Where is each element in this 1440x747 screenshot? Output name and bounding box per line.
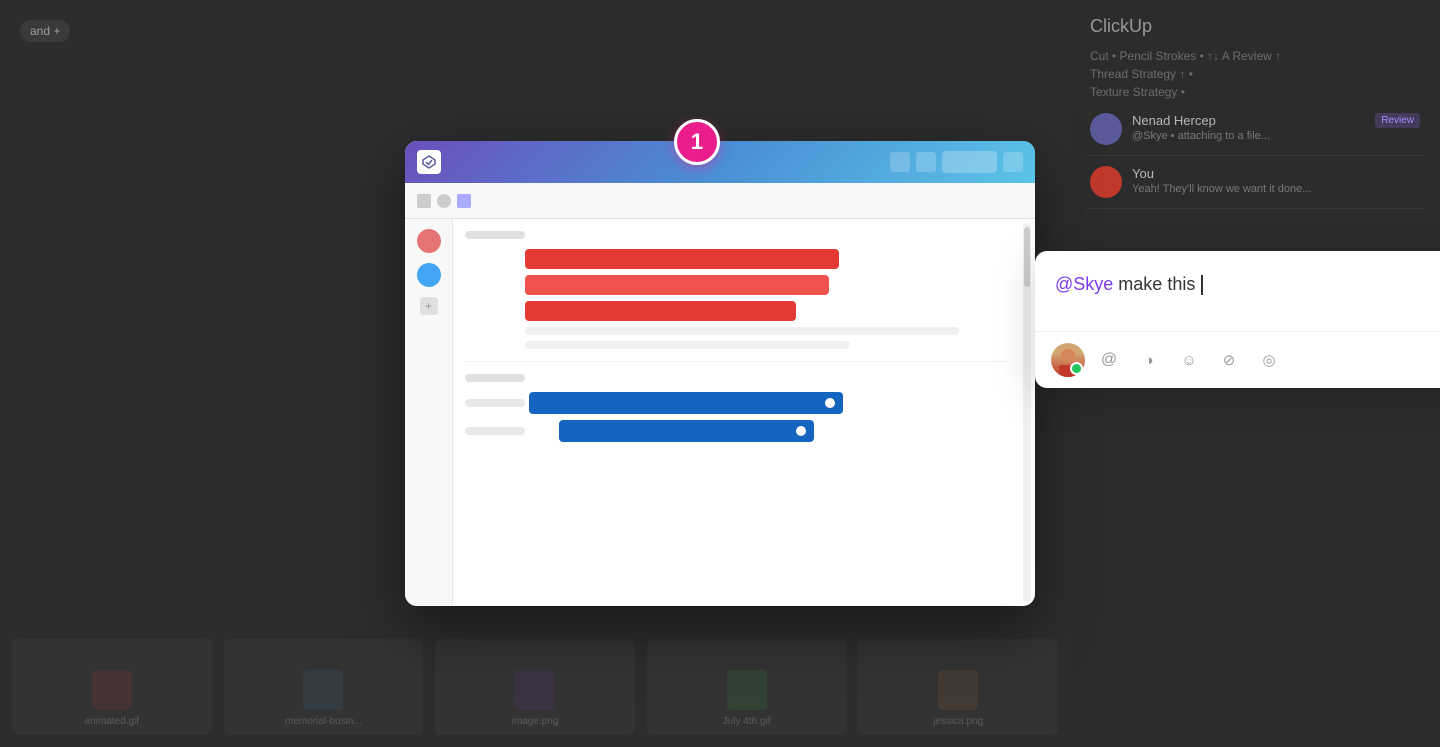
slash-command-button[interactable]: ⊘ <box>1213 344 1245 376</box>
avatar-face <box>1051 343 1085 377</box>
comment-text-area[interactable]: @Skye make this <box>1035 251 1440 331</box>
app-content-area: + <box>405 219 1035 606</box>
gantt-row-red-3 <box>465 301 1007 321</box>
app-header-icons <box>890 151 1023 173</box>
gantt-bar-blue-1 <box>529 392 843 414</box>
comment-popup: @Skye make this @ <box>1035 251 1440 388</box>
emoji-button[interactable]: ☺ <box>1173 344 1205 376</box>
mention-button[interactable]: @ <box>1093 344 1125 376</box>
notification-icon <box>890 152 910 172</box>
section-divider <box>465 361 1007 362</box>
sidebar-add-icon: + <box>420 297 438 315</box>
sidebar-dot-blue <box>417 263 441 287</box>
modal-overlay: + <box>0 0 1440 747</box>
gray-placeholder-2 <box>525 341 850 349</box>
app-logo <box>417 150 441 174</box>
mention-text: @Skye <box>1055 274 1113 294</box>
at-icon: @ <box>1101 351 1117 369</box>
slash-icon: ⊘ <box>1223 351 1236 369</box>
record-button[interactable]: ◎ <box>1253 344 1285 376</box>
text-cursor <box>1201 275 1203 295</box>
app-left-sidebar: + <box>405 219 453 606</box>
app-gantt-main <box>453 219 1019 606</box>
comment-toolbar: @ ◑ ☺ ⊘ ◎ <box>1035 331 1440 388</box>
comment-body-text: make this <box>1113 274 1200 294</box>
app-screenshot-card: + <box>405 141 1035 606</box>
gray-placeholder-1 <box>525 327 959 335</box>
emoji-icon: ☺ <box>1181 352 1196 369</box>
blue-row-label-1 <box>465 399 525 407</box>
sidebar-dot-red <box>417 229 441 253</box>
gantt-row-red-2 <box>465 275 1007 295</box>
gantt-row-blue-2 <box>465 420 1007 442</box>
reaction-button[interactable]: ◑ <box>1133 344 1165 376</box>
gantt-bar-blue-2 <box>559 420 814 442</box>
gantt-circle-1 <box>823 396 837 410</box>
gantt-row-blue-1 <box>465 392 1007 414</box>
app-scrollbar[interactable] <box>1023 223 1031 602</box>
avatar-icon-header <box>1003 152 1023 172</box>
search-icon-header <box>916 152 936 172</box>
scrollbar-thumb <box>1024 227 1030 287</box>
gantt-row-red-1 <box>465 249 1007 269</box>
notification-badge: 1 <box>674 119 720 165</box>
modal-container: + <box>405 141 1035 606</box>
app-header-bar <box>405 141 1035 183</box>
blue-section-header <box>465 374 525 382</box>
header-btn <box>942 151 997 173</box>
blue-row-label-2 <box>465 427 525 435</box>
app-toolbar <box>405 183 1035 219</box>
gantt-bar-red-2 <box>525 275 829 295</box>
gantt-bar-red-1 <box>525 249 839 269</box>
reaction-icon: ◑ <box>1144 352 1153 369</box>
section-header-placeholder <box>465 231 525 239</box>
record-icon: ◎ <box>1262 351 1275 369</box>
gantt-circle-2 <box>794 424 808 438</box>
gantt-bar-red-3 <box>525 301 796 321</box>
commenter-avatar <box>1051 343 1085 377</box>
